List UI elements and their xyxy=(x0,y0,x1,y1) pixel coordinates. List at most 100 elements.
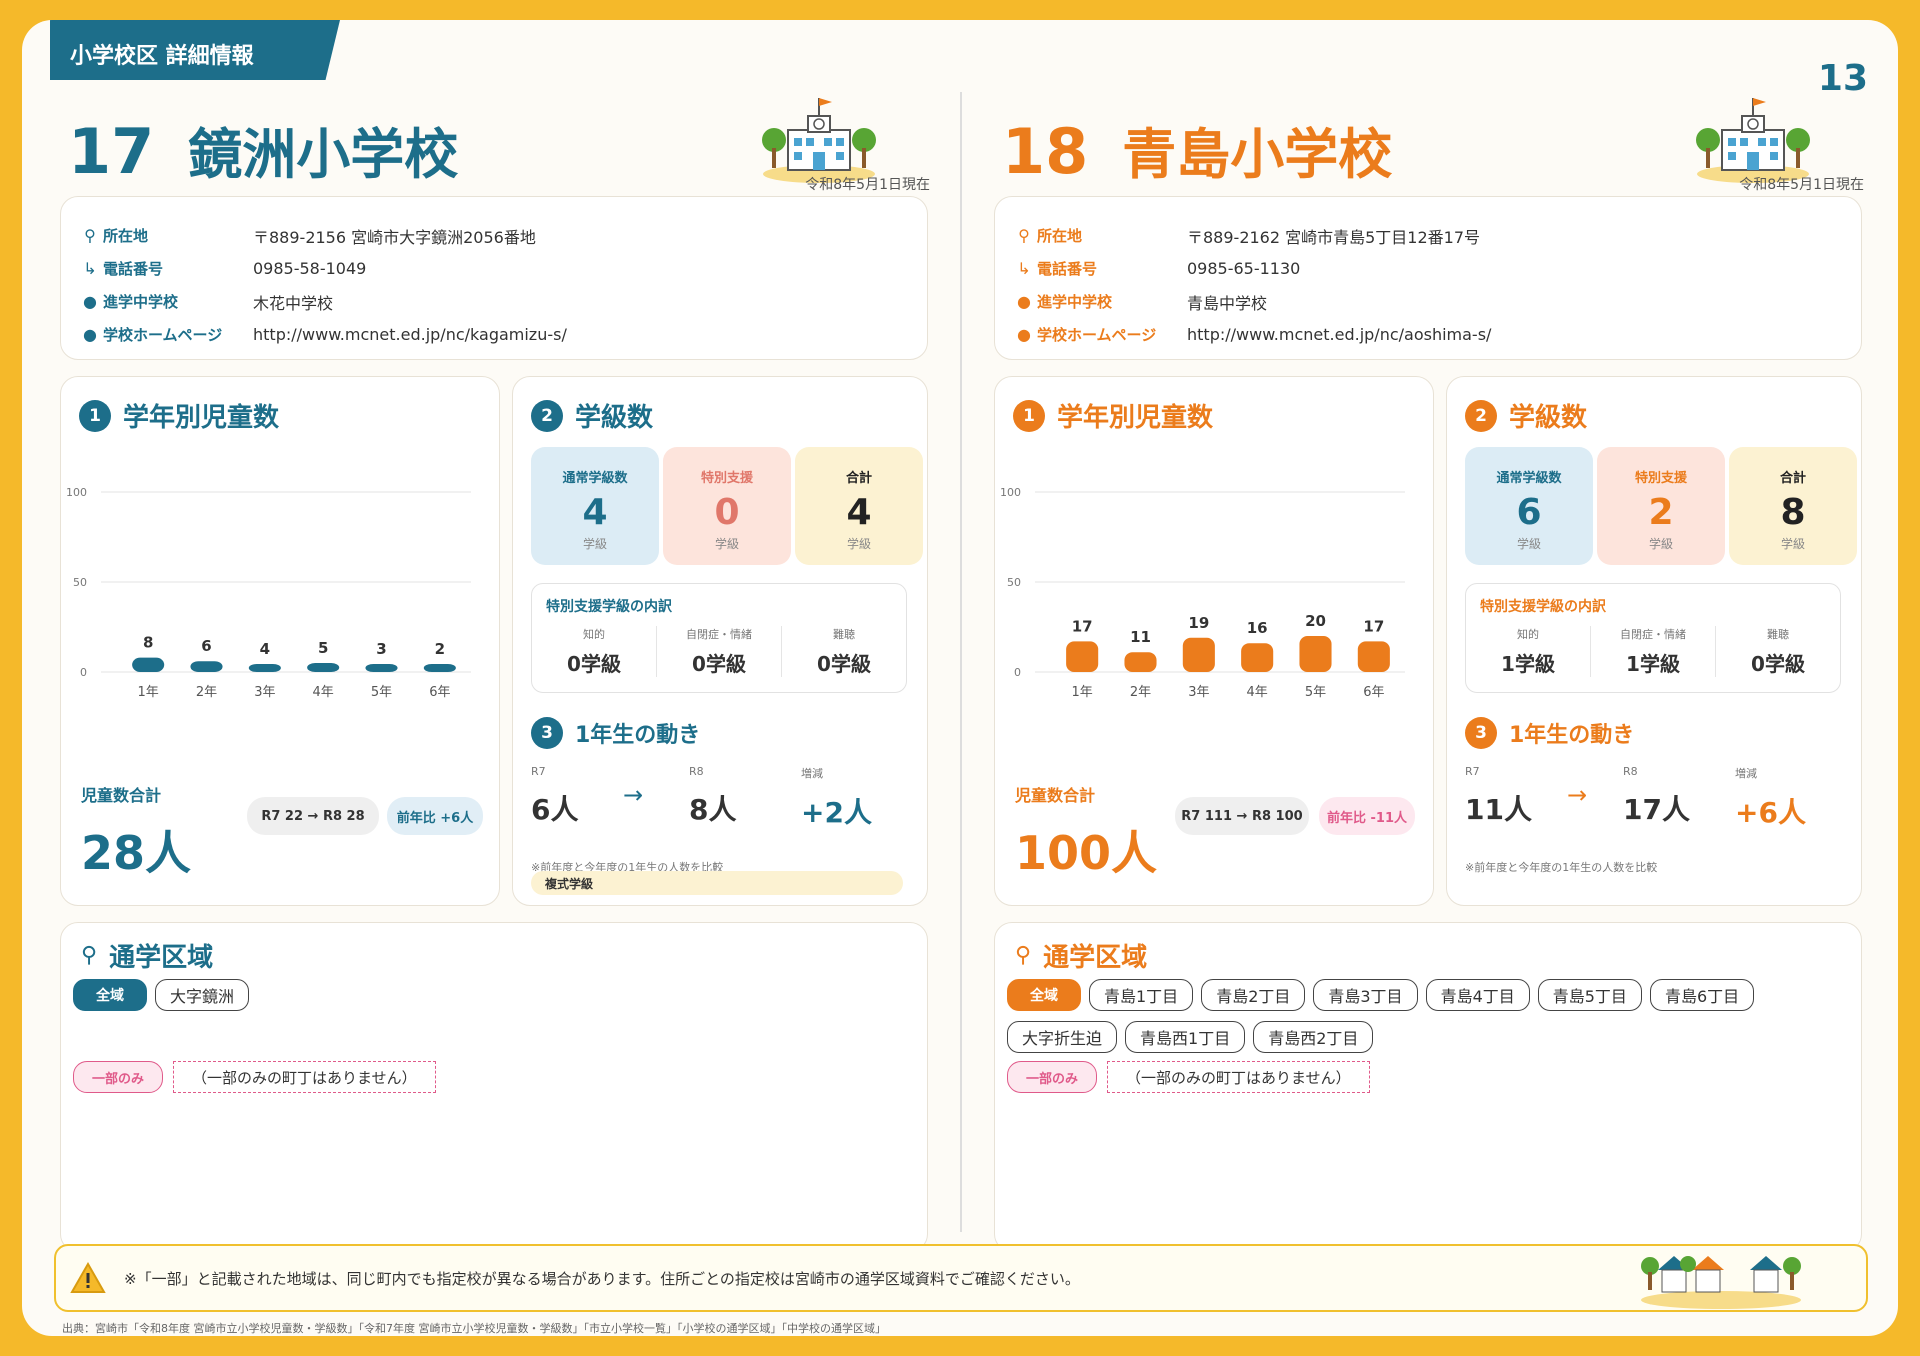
partial-value: （一部のみの町丁はありません） xyxy=(173,1061,436,1093)
section-number: 1 xyxy=(79,399,111,432)
pin-icon: ⚲ xyxy=(1015,943,1032,968)
dot-icon: ● xyxy=(1017,292,1031,311)
district-tag: 青島西1丁目 xyxy=(1125,1021,1246,1053)
class-title: 2 学級数 xyxy=(531,397,653,434)
phone-icon: ↳ xyxy=(1017,259,1031,278)
box-value: 4 xyxy=(846,492,872,533)
r7-value: 6人 xyxy=(531,793,579,826)
compare-pill: R7 22 → R8 28 xyxy=(247,797,379,835)
breakdown-item: 難聴 0学級 xyxy=(1716,626,1840,677)
section-number: 3 xyxy=(1465,717,1497,749)
district-tag: 青島1丁目 xyxy=(1089,979,1194,1011)
info-label: 電話番号 xyxy=(1037,260,1098,278)
info-label: 進学中学校 xyxy=(103,293,179,311)
breakdown-value: 1学級 xyxy=(1501,652,1555,676)
bar-value-label: 4 xyxy=(260,640,270,658)
special-class-box: 特別支援 0 学級 xyxy=(663,447,791,565)
district-tag: 青島5丁目 xyxy=(1537,979,1642,1011)
box-unit: 学級 xyxy=(846,537,871,551)
breakdown-label: 難聴 xyxy=(833,628,855,641)
r8-label: R8 xyxy=(1623,765,1638,778)
x-tick-label: 6年 xyxy=(1363,685,1384,700)
warning-icon xyxy=(70,1262,106,1293)
section-number: 3 xyxy=(531,717,563,749)
bar-value-label: 6 xyxy=(201,637,211,655)
class-title: 2 学級数 xyxy=(1465,397,1587,434)
class-count-boxes: 通常学級数 6 学級 特別支援 2 学級 合計 8 学級 xyxy=(1465,447,1857,565)
info-value: 青島中学校 xyxy=(1187,293,1268,313)
diff-label: 増減 xyxy=(801,767,823,780)
partial-value: （一部のみの町丁はありません） xyxy=(1107,1061,1370,1093)
school-info-card: ⚲ 所在地 〒889-2156 宮崎市大字鏡洲2056番地 ↳ 電話番号 098… xyxy=(60,196,928,360)
grade-bar-chart: 0 50 100 17 1年 11 2年 19 3年 16 4年 20 5年 17 6年 xyxy=(1000,486,1405,700)
bar-value-label: 2 xyxy=(435,640,445,658)
move-note: ※前年度と今年度の1年生の人数を比較 xyxy=(1465,861,1658,874)
houses-icon xyxy=(1641,1256,1801,1309)
r7-block: R7 11人 xyxy=(1465,765,1532,828)
box-unit: 学級 xyxy=(1648,537,1673,551)
info-label: 学校ホームページ xyxy=(1037,326,1157,344)
breakdown-columns: 知的 1学級 自閉症・情緒 1学級 難聴 0学級 xyxy=(1466,626,1840,677)
district-title: ⚲ 通学区域 xyxy=(1015,937,1147,974)
y-tick-label: 100 xyxy=(1000,486,1021,499)
district-tag: 大字折生迫 xyxy=(1007,1021,1118,1053)
total-label: 児童数合計 xyxy=(1015,786,1096,805)
breakdown-item: 難聴 0学級 xyxy=(782,626,906,677)
breakdown-label: 難聴 xyxy=(1767,628,1789,641)
box-value: 6 xyxy=(1516,492,1542,533)
homepage-link[interactable]: http://www.mcnet.ed.jp/nc/kagamizu-s/ xyxy=(253,325,567,344)
bar-value-label: 8 xyxy=(143,634,153,652)
y-tick-label: 50 xyxy=(1007,576,1021,589)
partial-label: 一部のみ xyxy=(1007,1061,1098,1093)
notice-text: ※「一部」と記載された地域は、同じ町内でも指定校が異なる場合があります。住所ごと… xyxy=(124,1269,1080,1288)
regular-class-box: 通常学級数 4 学級 xyxy=(531,447,659,565)
bar-value-label: 19 xyxy=(1188,614,1209,632)
school-title: 18 青島小学校 xyxy=(1002,110,1392,189)
section-title: 通学区域 xyxy=(1043,943,1148,973)
bar-value-label: 20 xyxy=(1305,612,1326,630)
y-tick-label: 50 xyxy=(73,576,87,589)
section-title: 1年生の動き xyxy=(575,723,701,748)
pin-icon: ⚲ xyxy=(1018,226,1030,245)
info-row-junior-high: ● 進学中学校 木花中学校 xyxy=(77,285,911,318)
grade-card: 1 学年別児童数 0 50 100 8 1年 6 2年 4 3年 5 4年 3 5年 2 6年 児童数合計 … xyxy=(60,376,500,906)
x-tick-label: 3年 xyxy=(254,685,275,700)
breakdown-value: 1学級 xyxy=(1626,652,1680,676)
bar xyxy=(1357,641,1390,672)
info-row-junior-high: ● 進学中学校 青島中学校 xyxy=(1011,285,1845,318)
as-of-date: 令和8年5月1日現在 xyxy=(805,177,930,193)
pin-icon: ⚲ xyxy=(81,943,98,968)
x-tick-label: 4年 xyxy=(1247,685,1268,700)
info-row-homepage: ● 学校ホームページ http://www.mcnet.ed.jp/nc/kag… xyxy=(77,318,911,351)
bar xyxy=(365,664,398,672)
district-tag: 青島4丁目 xyxy=(1425,979,1530,1011)
r8-block: R8 8人 xyxy=(689,765,736,828)
info-value: 0985-58-1049 xyxy=(253,259,367,278)
breakdown-item: 知的 0学級 xyxy=(532,626,657,677)
breakdown-item: 自閉症・情緒 0学級 xyxy=(657,626,782,677)
bar xyxy=(423,664,456,672)
school-building-icon xyxy=(1696,98,1810,183)
partial-label: 一部のみ xyxy=(73,1061,164,1093)
district-title: ⚲ 通学区域 xyxy=(81,937,213,974)
diff-value: +6人 xyxy=(1735,796,1806,829)
school-number: 17 xyxy=(68,115,155,188)
diff-label: 増減 xyxy=(1735,767,1757,780)
box-label: 通常学級数 xyxy=(562,471,628,486)
info-label: 学校ホームページ xyxy=(103,326,223,344)
section-title: 学級数 xyxy=(1509,403,1588,433)
info-value: 〒889-2162 宮崎市青島5丁目12番17号 xyxy=(1187,227,1481,247)
breakdown-item: 知的 1学級 xyxy=(1466,626,1591,677)
yoy-pill: 前年比 +6人 xyxy=(387,797,483,835)
special-breakdown: 特別支援学級の内訳 知的 0学級 自閉症・情緒 0学級 難聴 0学級 xyxy=(531,583,907,693)
compare-pill: R7 111 → R8 100 xyxy=(1175,797,1309,835)
source-note: 出典：宮崎市「令和8年度 宮崎市立小学校児童数・学級数」「令和7年度 宮崎市立小… xyxy=(62,1322,886,1335)
r8-value: 8人 xyxy=(689,793,737,826)
section-title: 通学区域 xyxy=(109,943,214,973)
section-title: 1年生の動き xyxy=(1509,723,1635,748)
school-number: 18 xyxy=(1002,115,1089,188)
section-title: 学年別児童数 xyxy=(123,403,280,433)
phone-icon: ↳ xyxy=(83,259,97,278)
district-tag: 青島西2丁目 xyxy=(1253,1021,1374,1053)
homepage-link[interactable]: http://www.mcnet.ed.jp/nc/aoshima-s/ xyxy=(1187,325,1491,344)
